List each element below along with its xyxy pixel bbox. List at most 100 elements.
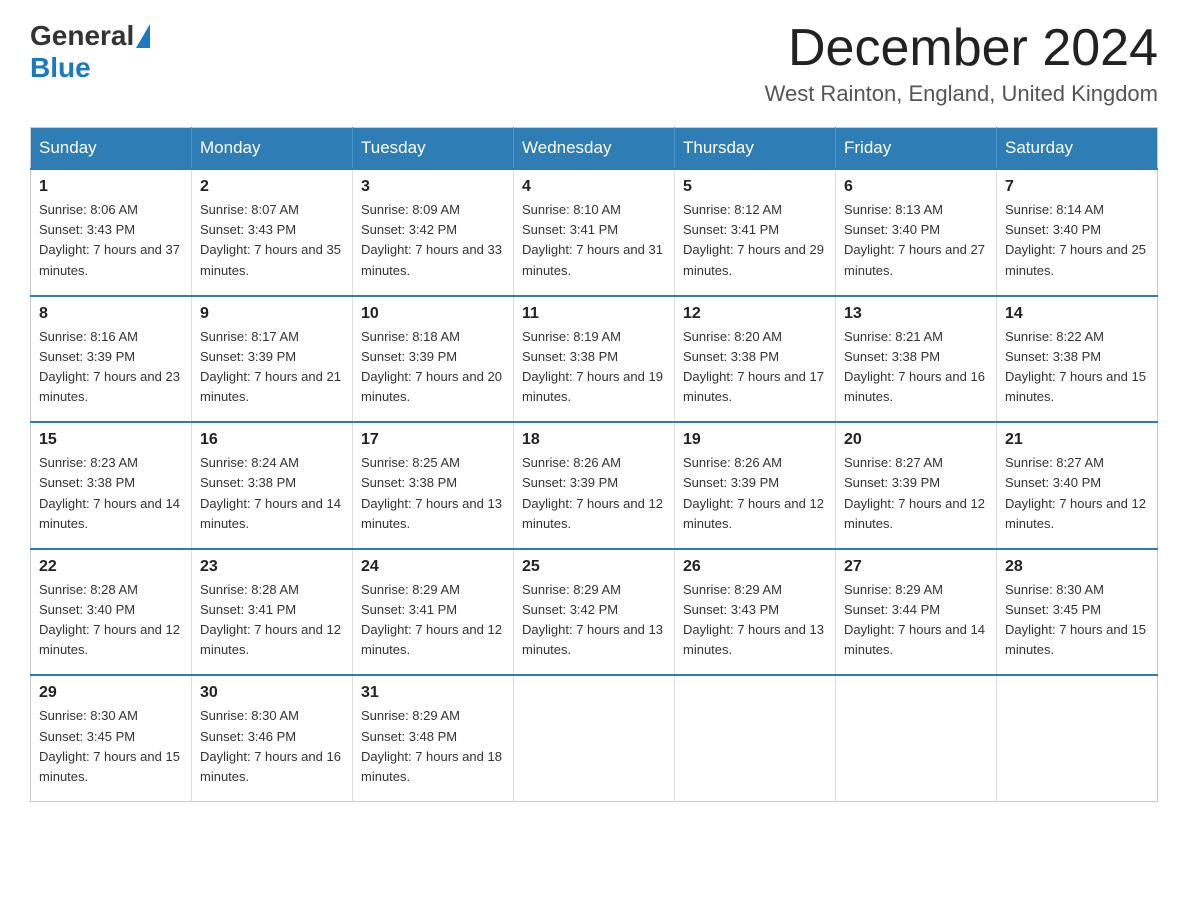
day-info: Sunrise: 8:23 AM Sunset: 3:38 PM Dayligh… (39, 453, 183, 534)
calendar-header-wednesday: Wednesday (514, 128, 675, 170)
day-info: Sunrise: 8:26 AM Sunset: 3:39 PM Dayligh… (522, 453, 666, 534)
day-number: 17 (361, 431, 505, 449)
day-number: 15 (39, 431, 183, 449)
calendar-header-friday: Friday (836, 128, 997, 170)
day-info: Sunrise: 8:28 AM Sunset: 3:41 PM Dayligh… (200, 580, 344, 661)
calendar-cell: 31 Sunrise: 8:29 AM Sunset: 3:48 PM Dayl… (353, 675, 514, 801)
calendar-cell: 26 Sunrise: 8:29 AM Sunset: 3:43 PM Dayl… (675, 549, 836, 676)
calendar-cell: 20 Sunrise: 8:27 AM Sunset: 3:39 PM Dayl… (836, 422, 997, 549)
calendar-cell (514, 675, 675, 801)
day-info: Sunrise: 8:29 AM Sunset: 3:48 PM Dayligh… (361, 706, 505, 787)
logo-general-text: General (30, 20, 134, 52)
day-number: 28 (1005, 558, 1149, 576)
day-number: 4 (522, 178, 666, 196)
day-info: Sunrise: 8:27 AM Sunset: 3:39 PM Dayligh… (844, 453, 988, 534)
day-number: 25 (522, 558, 666, 576)
day-number: 21 (1005, 431, 1149, 449)
logo-triangle-icon (136, 24, 150, 48)
logo-blue-text: Blue (30, 52, 91, 84)
day-info: Sunrise: 8:24 AM Sunset: 3:38 PM Dayligh… (200, 453, 344, 534)
day-info: Sunrise: 8:22 AM Sunset: 3:38 PM Dayligh… (1005, 327, 1149, 408)
day-info: Sunrise: 8:27 AM Sunset: 3:40 PM Dayligh… (1005, 453, 1149, 534)
day-info: Sunrise: 8:16 AM Sunset: 3:39 PM Dayligh… (39, 327, 183, 408)
day-number: 6 (844, 178, 988, 196)
day-info: Sunrise: 8:29 AM Sunset: 3:42 PM Dayligh… (522, 580, 666, 661)
logo: General Blue (30, 20, 152, 84)
day-number: 24 (361, 558, 505, 576)
day-number: 30 (200, 684, 344, 702)
calendar-cell: 27 Sunrise: 8:29 AM Sunset: 3:44 PM Dayl… (836, 549, 997, 676)
day-info: Sunrise: 8:28 AM Sunset: 3:40 PM Dayligh… (39, 580, 183, 661)
day-info: Sunrise: 8:13 AM Sunset: 3:40 PM Dayligh… (844, 200, 988, 281)
calendar-header-thursday: Thursday (675, 128, 836, 170)
day-info: Sunrise: 8:17 AM Sunset: 3:39 PM Dayligh… (200, 327, 344, 408)
day-number: 26 (683, 558, 827, 576)
calendar-header-row: SundayMondayTuesdayWednesdayThursdayFrid… (31, 128, 1158, 170)
day-info: Sunrise: 8:10 AM Sunset: 3:41 PM Dayligh… (522, 200, 666, 281)
calendar-cell: 24 Sunrise: 8:29 AM Sunset: 3:41 PM Dayl… (353, 549, 514, 676)
day-info: Sunrise: 8:29 AM Sunset: 3:41 PM Dayligh… (361, 580, 505, 661)
calendar-header-monday: Monday (192, 128, 353, 170)
day-number: 3 (361, 178, 505, 196)
day-number: 12 (683, 305, 827, 323)
calendar-week-row: 15 Sunrise: 8:23 AM Sunset: 3:38 PM Dayl… (31, 422, 1158, 549)
calendar-cell: 29 Sunrise: 8:30 AM Sunset: 3:45 PM Dayl… (31, 675, 192, 801)
calendar-cell: 8 Sunrise: 8:16 AM Sunset: 3:39 PM Dayli… (31, 296, 192, 423)
day-number: 9 (200, 305, 344, 323)
calendar-week-row: 22 Sunrise: 8:28 AM Sunset: 3:40 PM Dayl… (31, 549, 1158, 676)
day-number: 7 (1005, 178, 1149, 196)
calendar-cell: 12 Sunrise: 8:20 AM Sunset: 3:38 PM Dayl… (675, 296, 836, 423)
calendar-cell: 1 Sunrise: 8:06 AM Sunset: 3:43 PM Dayli… (31, 169, 192, 296)
calendar-table: SundayMondayTuesdayWednesdayThursdayFrid… (30, 127, 1158, 802)
calendar-header-saturday: Saturday (997, 128, 1158, 170)
calendar-cell (997, 675, 1158, 801)
day-number: 31 (361, 684, 505, 702)
calendar-cell: 21 Sunrise: 8:27 AM Sunset: 3:40 PM Dayl… (997, 422, 1158, 549)
calendar-cell: 7 Sunrise: 8:14 AM Sunset: 3:40 PM Dayli… (997, 169, 1158, 296)
calendar-cell: 25 Sunrise: 8:29 AM Sunset: 3:42 PM Dayl… (514, 549, 675, 676)
day-info: Sunrise: 8:30 AM Sunset: 3:46 PM Dayligh… (200, 706, 344, 787)
day-info: Sunrise: 8:09 AM Sunset: 3:42 PM Dayligh… (361, 200, 505, 281)
calendar-week-row: 8 Sunrise: 8:16 AM Sunset: 3:39 PM Dayli… (31, 296, 1158, 423)
day-info: Sunrise: 8:18 AM Sunset: 3:39 PM Dayligh… (361, 327, 505, 408)
day-info: Sunrise: 8:29 AM Sunset: 3:43 PM Dayligh… (683, 580, 827, 661)
calendar-cell: 14 Sunrise: 8:22 AM Sunset: 3:38 PM Dayl… (997, 296, 1158, 423)
calendar-cell: 15 Sunrise: 8:23 AM Sunset: 3:38 PM Dayl… (31, 422, 192, 549)
day-info: Sunrise: 8:26 AM Sunset: 3:39 PM Dayligh… (683, 453, 827, 534)
day-info: Sunrise: 8:20 AM Sunset: 3:38 PM Dayligh… (683, 327, 827, 408)
calendar-cell: 16 Sunrise: 8:24 AM Sunset: 3:38 PM Dayl… (192, 422, 353, 549)
day-number: 23 (200, 558, 344, 576)
calendar-cell: 6 Sunrise: 8:13 AM Sunset: 3:40 PM Dayli… (836, 169, 997, 296)
calendar-week-row: 1 Sunrise: 8:06 AM Sunset: 3:43 PM Dayli… (31, 169, 1158, 296)
day-number: 11 (522, 305, 666, 323)
calendar-cell: 22 Sunrise: 8:28 AM Sunset: 3:40 PM Dayl… (31, 549, 192, 676)
calendar-cell: 18 Sunrise: 8:26 AM Sunset: 3:39 PM Dayl… (514, 422, 675, 549)
calendar-cell: 3 Sunrise: 8:09 AM Sunset: 3:42 PM Dayli… (353, 169, 514, 296)
calendar-cell: 9 Sunrise: 8:17 AM Sunset: 3:39 PM Dayli… (192, 296, 353, 423)
calendar-cell: 2 Sunrise: 8:07 AM Sunset: 3:43 PM Dayli… (192, 169, 353, 296)
day-info: Sunrise: 8:21 AM Sunset: 3:38 PM Dayligh… (844, 327, 988, 408)
calendar-header-tuesday: Tuesday (353, 128, 514, 170)
day-info: Sunrise: 8:07 AM Sunset: 3:43 PM Dayligh… (200, 200, 344, 281)
calendar-cell: 19 Sunrise: 8:26 AM Sunset: 3:39 PM Dayl… (675, 422, 836, 549)
day-info: Sunrise: 8:29 AM Sunset: 3:44 PM Dayligh… (844, 580, 988, 661)
month-title: December 2024 (765, 20, 1158, 77)
day-number: 8 (39, 305, 183, 323)
calendar-cell: 23 Sunrise: 8:28 AM Sunset: 3:41 PM Dayl… (192, 549, 353, 676)
day-info: Sunrise: 8:25 AM Sunset: 3:38 PM Dayligh… (361, 453, 505, 534)
day-info: Sunrise: 8:14 AM Sunset: 3:40 PM Dayligh… (1005, 200, 1149, 281)
calendar-cell: 5 Sunrise: 8:12 AM Sunset: 3:41 PM Dayli… (675, 169, 836, 296)
calendar-cell: 28 Sunrise: 8:30 AM Sunset: 3:45 PM Dayl… (997, 549, 1158, 676)
calendar-cell: 30 Sunrise: 8:30 AM Sunset: 3:46 PM Dayl… (192, 675, 353, 801)
calendar-cell: 13 Sunrise: 8:21 AM Sunset: 3:38 PM Dayl… (836, 296, 997, 423)
day-info: Sunrise: 8:19 AM Sunset: 3:38 PM Dayligh… (522, 327, 666, 408)
calendar-cell: 17 Sunrise: 8:25 AM Sunset: 3:38 PM Dayl… (353, 422, 514, 549)
page-header: General Blue December 2024 West Rainton,… (30, 20, 1158, 107)
day-number: 19 (683, 431, 827, 449)
day-number: 18 (522, 431, 666, 449)
day-info: Sunrise: 8:30 AM Sunset: 3:45 PM Dayligh… (39, 706, 183, 787)
calendar-cell: 10 Sunrise: 8:18 AM Sunset: 3:39 PM Dayl… (353, 296, 514, 423)
calendar-cell (675, 675, 836, 801)
day-number: 5 (683, 178, 827, 196)
day-info: Sunrise: 8:12 AM Sunset: 3:41 PM Dayligh… (683, 200, 827, 281)
